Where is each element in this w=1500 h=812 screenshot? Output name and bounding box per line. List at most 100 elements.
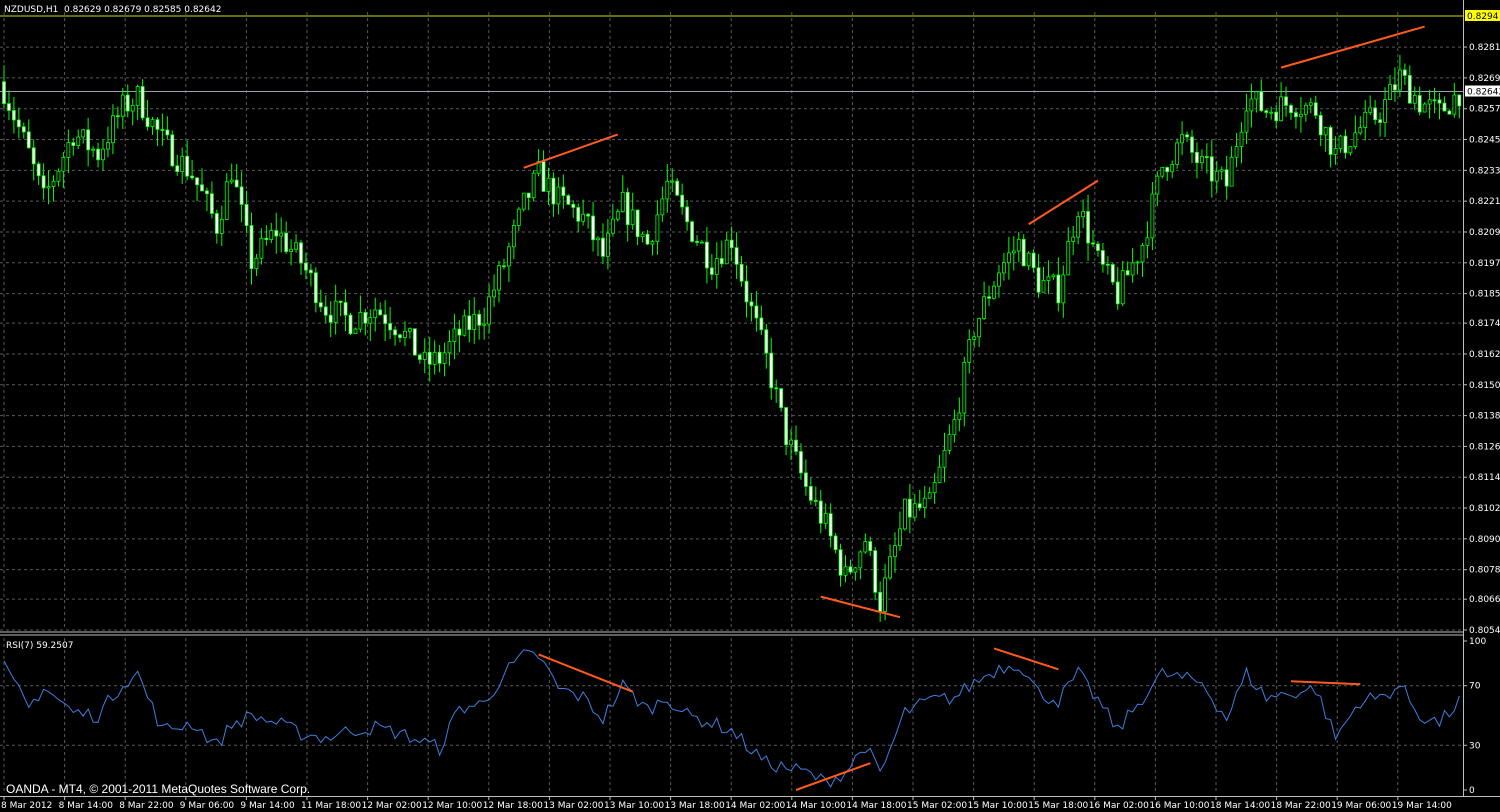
candle-body bbox=[1412, 95, 1417, 104]
candle-body bbox=[754, 305, 759, 319]
chart-terminal[interactable]: 0.82815 0.82695 0.82575 0.82455 0.82335 0.822… bbox=[0, 0, 1500, 812]
candle-body bbox=[2, 81, 6, 104]
candle-body bbox=[294, 242, 298, 250]
candle-body bbox=[388, 323, 393, 331]
candle-body bbox=[1269, 111, 1274, 114]
candle-body bbox=[442, 352, 447, 364]
candle-body bbox=[1259, 91, 1264, 112]
candle-body bbox=[125, 94, 130, 112]
candle-body bbox=[1071, 236, 1076, 242]
candle-body bbox=[313, 272, 318, 304]
candle-body bbox=[26, 131, 31, 149]
candle-body bbox=[526, 192, 531, 199]
candle-body bbox=[516, 208, 521, 226]
candle-body bbox=[808, 486, 813, 501]
candle-body bbox=[1160, 167, 1165, 177]
candle-body bbox=[66, 142, 71, 158]
candle-body bbox=[1145, 237, 1150, 246]
candle-body bbox=[1373, 107, 1378, 121]
candle-body bbox=[541, 161, 546, 192]
candle-body bbox=[838, 549, 843, 576]
candle-body bbox=[1333, 148, 1338, 155]
candle-body bbox=[596, 237, 600, 241]
candle-body bbox=[511, 225, 516, 248]
price-tick-label: 0.81975 bbox=[1469, 259, 1500, 269]
candle-body bbox=[214, 213, 219, 234]
candle-body bbox=[858, 551, 863, 569]
candle-body bbox=[1348, 146, 1353, 154]
candle-body bbox=[432, 351, 437, 365]
candle-body bbox=[967, 339, 972, 363]
candle-body bbox=[952, 419, 957, 436]
candle-body bbox=[729, 239, 734, 249]
candle-body bbox=[665, 180, 670, 200]
candle-body bbox=[284, 232, 289, 252]
candle-body bbox=[180, 155, 185, 172]
candle-body bbox=[393, 329, 397, 336]
candle-body bbox=[318, 302, 323, 308]
candle-body bbox=[1452, 94, 1457, 115]
candle-body bbox=[848, 566, 853, 573]
candle-body bbox=[7, 103, 11, 111]
candle-body bbox=[1274, 111, 1279, 122]
candle-body bbox=[1165, 167, 1170, 173]
candle-body bbox=[41, 175, 46, 189]
candle-body bbox=[1101, 250, 1105, 265]
candle-body bbox=[878, 591, 883, 612]
candle-body bbox=[378, 309, 383, 316]
candle-body bbox=[1318, 115, 1323, 136]
candle-body bbox=[1313, 102, 1318, 116]
candle-body bbox=[239, 186, 244, 205]
candle-body bbox=[1096, 243, 1100, 251]
candle-body bbox=[120, 94, 125, 117]
candle-body bbox=[997, 272, 1001, 287]
candle-body bbox=[1180, 134, 1184, 144]
candle-body bbox=[373, 309, 378, 318]
candle-body bbox=[16, 119, 21, 128]
candle-body bbox=[1140, 244, 1145, 263]
candle-body bbox=[348, 314, 353, 335]
candle-body bbox=[31, 147, 36, 165]
candle-body bbox=[209, 193, 214, 214]
candle-body bbox=[1294, 112, 1298, 118]
price-tick-label: 0.81620 bbox=[1469, 350, 1500, 360]
candle-body bbox=[1130, 262, 1135, 276]
candle-body bbox=[269, 230, 274, 240]
candle-body bbox=[789, 439, 793, 446]
candle-body bbox=[1036, 267, 1041, 293]
candle-body bbox=[363, 312, 368, 324]
candle-body bbox=[1011, 250, 1016, 254]
price-tick-label: 0.81855 bbox=[1469, 290, 1500, 300]
rsi-label: RSI(7) 59.2507 bbox=[6, 641, 73, 651]
candle-body bbox=[615, 211, 620, 220]
candle-body bbox=[1442, 102, 1447, 112]
candle-body bbox=[610, 218, 615, 234]
candle-body bbox=[1368, 107, 1373, 113]
time-tick-label: 13 Mar 18:00 bbox=[665, 801, 725, 811]
candle-body bbox=[11, 110, 16, 121]
candle-body bbox=[101, 148, 105, 161]
candle-body bbox=[487, 296, 492, 325]
price-tick-label: 0.80900 bbox=[1469, 535, 1500, 545]
candle-body bbox=[675, 180, 680, 196]
chart-canvas[interactable]: 0.82815 0.82695 0.82575 0.82455 0.82335 0.822… bbox=[0, 0, 1500, 812]
candle-body bbox=[714, 258, 719, 275]
candle-body bbox=[784, 407, 788, 446]
candle-body bbox=[244, 204, 249, 226]
candle-body bbox=[1398, 69, 1402, 91]
symbol-label: NZDUSD,H1 bbox=[4, 5, 58, 15]
candle-body bbox=[655, 214, 660, 243]
candle-body bbox=[1358, 127, 1363, 134]
candle-body bbox=[982, 296, 986, 319]
candle-body bbox=[1016, 238, 1021, 252]
candle-body bbox=[1407, 75, 1412, 104]
candle-body bbox=[749, 301, 754, 307]
candle-body bbox=[972, 336, 977, 341]
candle-body bbox=[927, 492, 932, 499]
candle-body bbox=[640, 233, 645, 238]
candle-body bbox=[1323, 127, 1328, 136]
candle-body bbox=[1219, 169, 1224, 172]
candle-body bbox=[739, 263, 744, 282]
candle-body bbox=[91, 148, 95, 151]
time-tick-label: 16 Mar 10:00 bbox=[1149, 801, 1209, 811]
